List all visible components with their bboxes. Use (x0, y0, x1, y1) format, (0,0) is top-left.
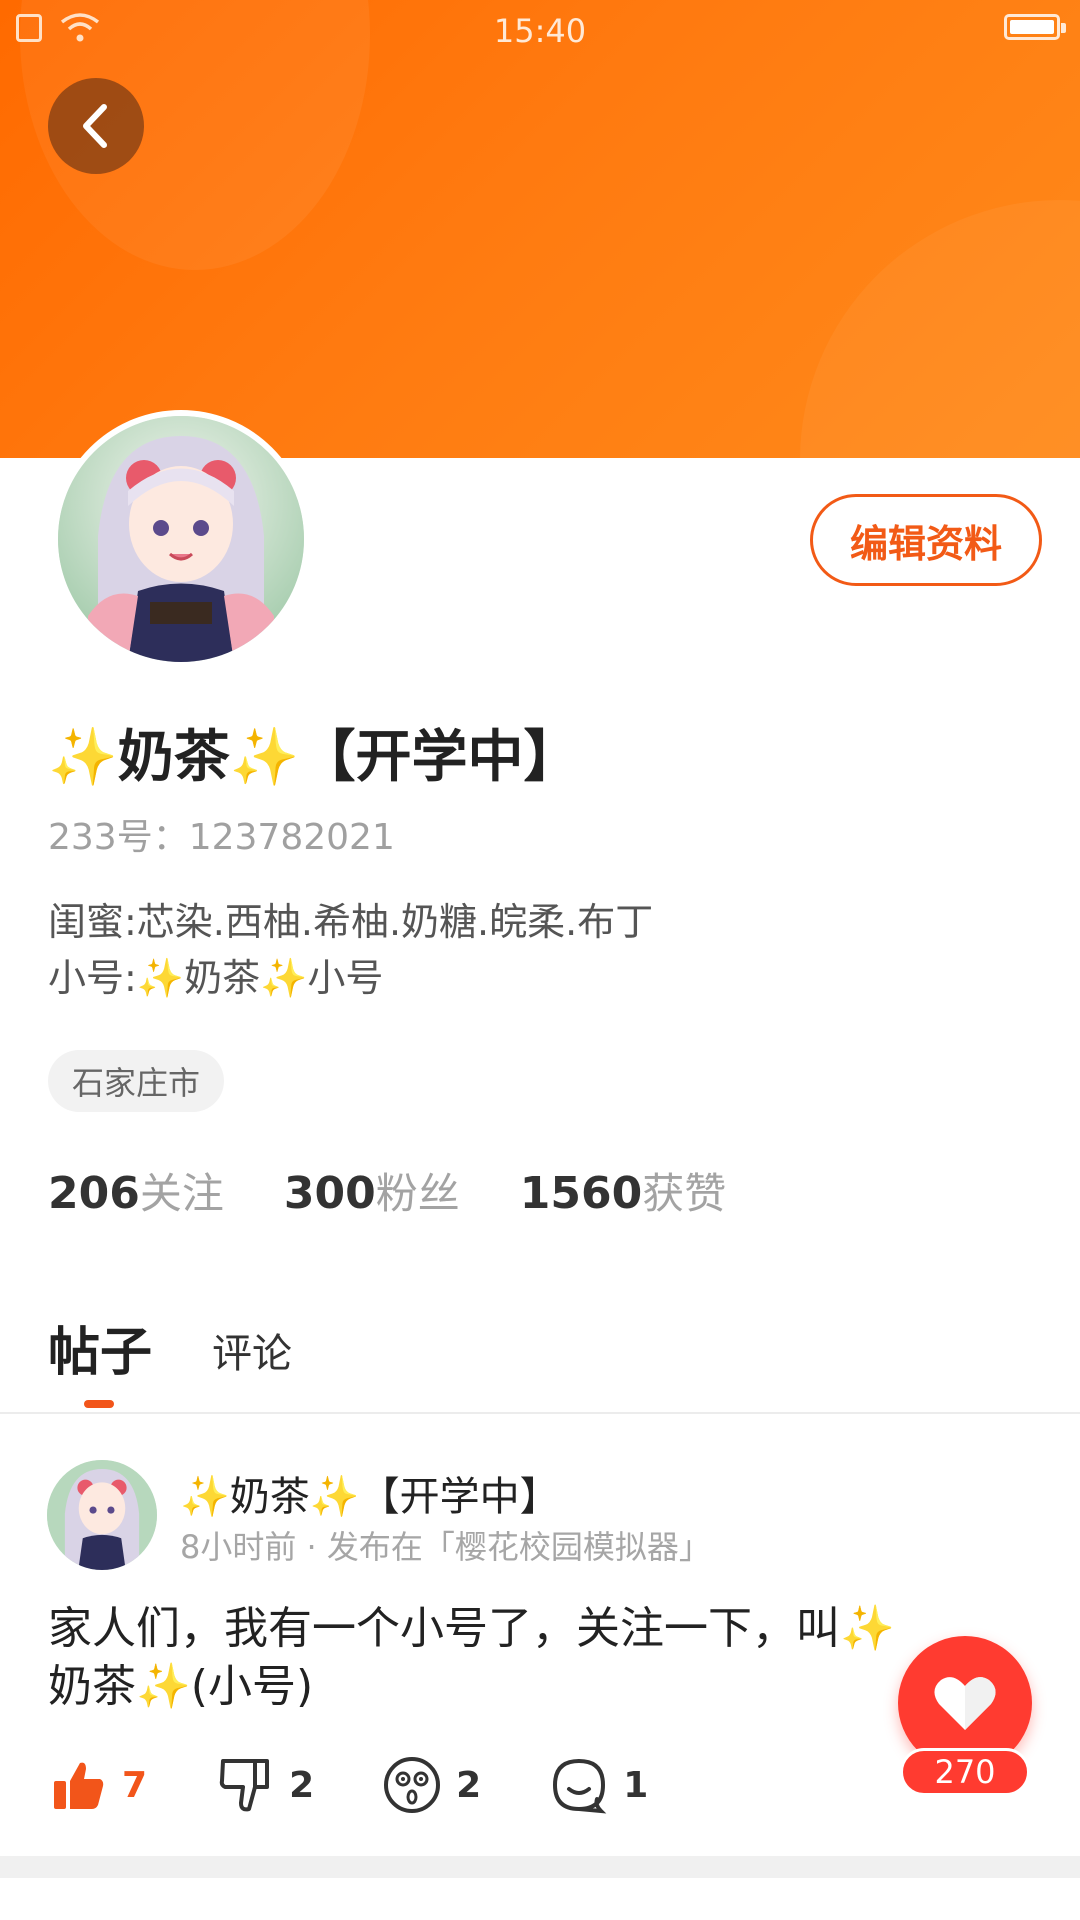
stat-label: 获赞 (642, 1169, 727, 1218)
battery-icon (1004, 14, 1066, 40)
like-count: 7 (122, 1764, 148, 1806)
avatar-image (58, 416, 304, 662)
tab-comments[interactable]: 评论 (212, 1321, 292, 1385)
stat-number: 300 (283, 1168, 376, 1219)
surprise-button[interactable]: 2 (382, 1755, 481, 1815)
stat-number: 206 (48, 1168, 140, 1219)
dislike-button[interactable]: 2 (215, 1755, 314, 1815)
status-time: 15:40 (493, 12, 587, 50)
profile-stats: 206 关注 300 粉丝 1560 获赞 (48, 1160, 726, 1221)
location-tag[interactable]: 石家庄市 (48, 1050, 225, 1112)
post-author-name[interactable]: ✨奶茶✨【开学中】 (180, 1464, 560, 1522)
stat-label: 粉丝 (375, 1169, 460, 1218)
divider (0, 1412, 1080, 1414)
thumbs-down-icon (219, 1759, 270, 1812)
thumbs-up-icon (54, 1762, 104, 1809)
surprised-face-icon (384, 1757, 441, 1813)
stat-following[interactable]: 206 关注 (48, 1160, 224, 1221)
profile-uid: 233号：123782021 (48, 817, 395, 858)
chevron-left-icon (83, 104, 107, 148)
tab-indicator (84, 1400, 114, 1408)
like-button[interactable]: 7 (48, 1755, 147, 1815)
comment-count: 1 (623, 1764, 649, 1806)
edit-profile-button[interactable]: 编辑资料 (810, 494, 1042, 586)
stat-number: 1560 (519, 1168, 643, 1219)
favorite-count: 270 (900, 1748, 1030, 1796)
tab-posts[interactable]: 帖子 (48, 1310, 152, 1385)
profile-bio: 闺蜜:芯染.西柚.希柚.奶糖.皖柔.布丁 小号:✨奶茶✨小号 (48, 894, 653, 1006)
avatar[interactable] (52, 410, 310, 668)
stat-label: 关注 (139, 1169, 224, 1218)
post-meta: 8小时前 · 发布在「樱花校园模拟器」 (180, 1528, 711, 1566)
surprise-count: 2 (456, 1764, 482, 1806)
profile-cover (0, 0, 1080, 458)
dislike-count: 2 (289, 1764, 315, 1806)
status-bar: 15:40 (0, 0, 1080, 56)
bio-line: 闺蜜:芯染.西柚.希柚.奶糖.皖柔.布丁 (48, 900, 654, 944)
bio-line: 小号:✨奶茶✨小号 (48, 956, 384, 1000)
post-actions: 7 2 2 1 (48, 1755, 716, 1815)
post-content[interactable]: 家人们，我有一个小号了，关注一下，叫✨奶茶✨(小号) (48, 1600, 928, 1716)
stat-followers[interactable]: 300 粉丝 (284, 1160, 460, 1221)
stat-likes[interactable]: 1560 获赞 (520, 1160, 726, 1221)
profile-nickname: ✨奶茶✨【开学中】 (48, 725, 580, 790)
post-author-avatar[interactable] (47, 1460, 157, 1570)
comment-button[interactable]: 1 (549, 1755, 648, 1815)
section-separator (0, 1856, 1080, 1878)
content-tabs: 帖子 评论 (48, 1310, 292, 1385)
back-button[interactable] (48, 78, 144, 174)
cover-decoration (800, 200, 1080, 458)
heart-icon (934, 1677, 996, 1730)
avatar-image (47, 1460, 157, 1570)
comment-icon (553, 1759, 607, 1814)
